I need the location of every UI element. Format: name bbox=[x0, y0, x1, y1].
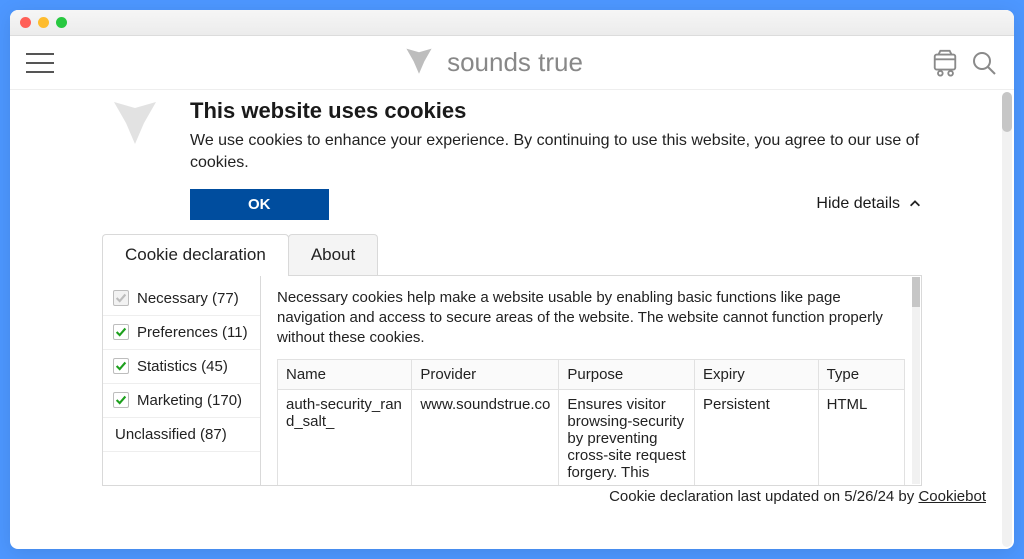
category-label: Unclassified (87) bbox=[115, 426, 227, 443]
category-preferences[interactable]: Preferences (11) bbox=[103, 316, 260, 350]
hide-details-label: Hide details bbox=[816, 195, 900, 213]
cookiebot-link[interactable]: Cookiebot bbox=[918, 488, 986, 505]
page-scrollbar-thumb[interactable] bbox=[1002, 92, 1012, 132]
top-nav: sounds true bbox=[10, 36, 1014, 90]
tab-cookie-declaration[interactable]: Cookie declaration bbox=[102, 234, 289, 275]
table-header-row: Name Provider Purpose Expiry Type bbox=[278, 359, 905, 389]
chevron-up-icon bbox=[908, 197, 922, 211]
category-description: Necessary cookies help make a website us… bbox=[277, 288, 905, 349]
maximize-window-button[interactable] bbox=[56, 17, 67, 28]
category-necessary[interactable]: Necessary (77) bbox=[103, 282, 260, 316]
hide-details-toggle[interactable]: Hide details bbox=[816, 195, 922, 213]
cookie-tabs: Cookie declaration About bbox=[102, 234, 922, 276]
scroll-area: This website uses cookies We use cookies… bbox=[10, 90, 1014, 549]
category-label: Marketing (170) bbox=[137, 392, 242, 409]
cookie-header: This website uses cookies We use cookies… bbox=[102, 98, 922, 230]
tab-about[interactable]: About bbox=[288, 234, 378, 275]
table-row: auth-security_rand_salt_ www.soundstrue.… bbox=[278, 389, 905, 485]
menu-icon[interactable] bbox=[26, 53, 54, 73]
page-content: sounds true bbox=[10, 36, 1014, 549]
category-list: Necessary (77) Preferences (11) bbox=[103, 276, 261, 485]
brand-logo[interactable]: sounds true bbox=[70, 47, 914, 78]
details-scrollbar[interactable] bbox=[912, 277, 920, 484]
checkbox-checked-icon bbox=[113, 324, 129, 340]
nav-icons bbox=[930, 49, 998, 77]
cookie-details: Necessary (77) Preferences (11) bbox=[102, 276, 922, 486]
cart-icon[interactable] bbox=[930, 49, 960, 77]
cookie-table: Name Provider Purpose Expiry Type auth-s… bbox=[277, 359, 905, 485]
cookie-description: We use cookies to enhance your experienc… bbox=[190, 130, 922, 175]
category-label: Preferences (11) bbox=[137, 324, 248, 341]
col-header-expiry: Expiry bbox=[695, 359, 819, 389]
category-statistics[interactable]: Statistics (45) bbox=[103, 350, 260, 384]
col-header-purpose: Purpose bbox=[559, 359, 695, 389]
brand-name: sounds true bbox=[447, 47, 583, 78]
cell-name: auth-security_rand_salt_ bbox=[278, 389, 412, 485]
page-scrollbar[interactable] bbox=[1002, 92, 1012, 547]
ok-button[interactable]: OK bbox=[190, 189, 329, 220]
category-label: Necessary (77) bbox=[137, 290, 239, 307]
titlebar bbox=[10, 10, 1014, 36]
cell-expiry: Persistent bbox=[695, 389, 819, 485]
cookie-consent-panel: This website uses cookies We use cookies… bbox=[102, 90, 922, 486]
app-window: sounds true bbox=[10, 10, 1014, 549]
category-unclassified[interactable]: Unclassified (87) bbox=[103, 418, 260, 452]
cookie-footer: Cookie declaration last updated on 5/26/… bbox=[10, 488, 1014, 505]
col-header-name: Name bbox=[278, 359, 412, 389]
bird-logo-icon bbox=[105, 102, 165, 150]
cookie-panel-logo bbox=[102, 98, 168, 220]
search-icon[interactable] bbox=[970, 49, 998, 77]
minimize-window-button[interactable] bbox=[38, 17, 49, 28]
cell-type: HTML bbox=[818, 389, 904, 485]
col-header-provider: Provider bbox=[412, 359, 559, 389]
footer-text: Cookie declaration last updated on 5/26/… bbox=[609, 488, 918, 505]
category-marketing[interactable]: Marketing (170) bbox=[103, 384, 260, 418]
category-detail: Necessary cookies help make a website us… bbox=[261, 276, 921, 485]
cookie-title: This website uses cookies bbox=[190, 98, 922, 124]
checkbox-checked-icon bbox=[113, 358, 129, 374]
cell-purpose: Ensures visitor browsing-security by pre… bbox=[559, 389, 695, 485]
close-window-button[interactable] bbox=[20, 17, 31, 28]
category-label: Statistics (45) bbox=[137, 358, 228, 375]
details-scrollbar-thumb[interactable] bbox=[912, 277, 920, 307]
window-controls bbox=[20, 17, 67, 28]
col-header-type: Type bbox=[818, 359, 904, 389]
checkbox-disabled-icon bbox=[113, 290, 129, 306]
bird-logo-icon bbox=[401, 48, 437, 78]
checkbox-checked-icon bbox=[113, 392, 129, 408]
cell-provider: www.soundstrue.co bbox=[412, 389, 559, 485]
